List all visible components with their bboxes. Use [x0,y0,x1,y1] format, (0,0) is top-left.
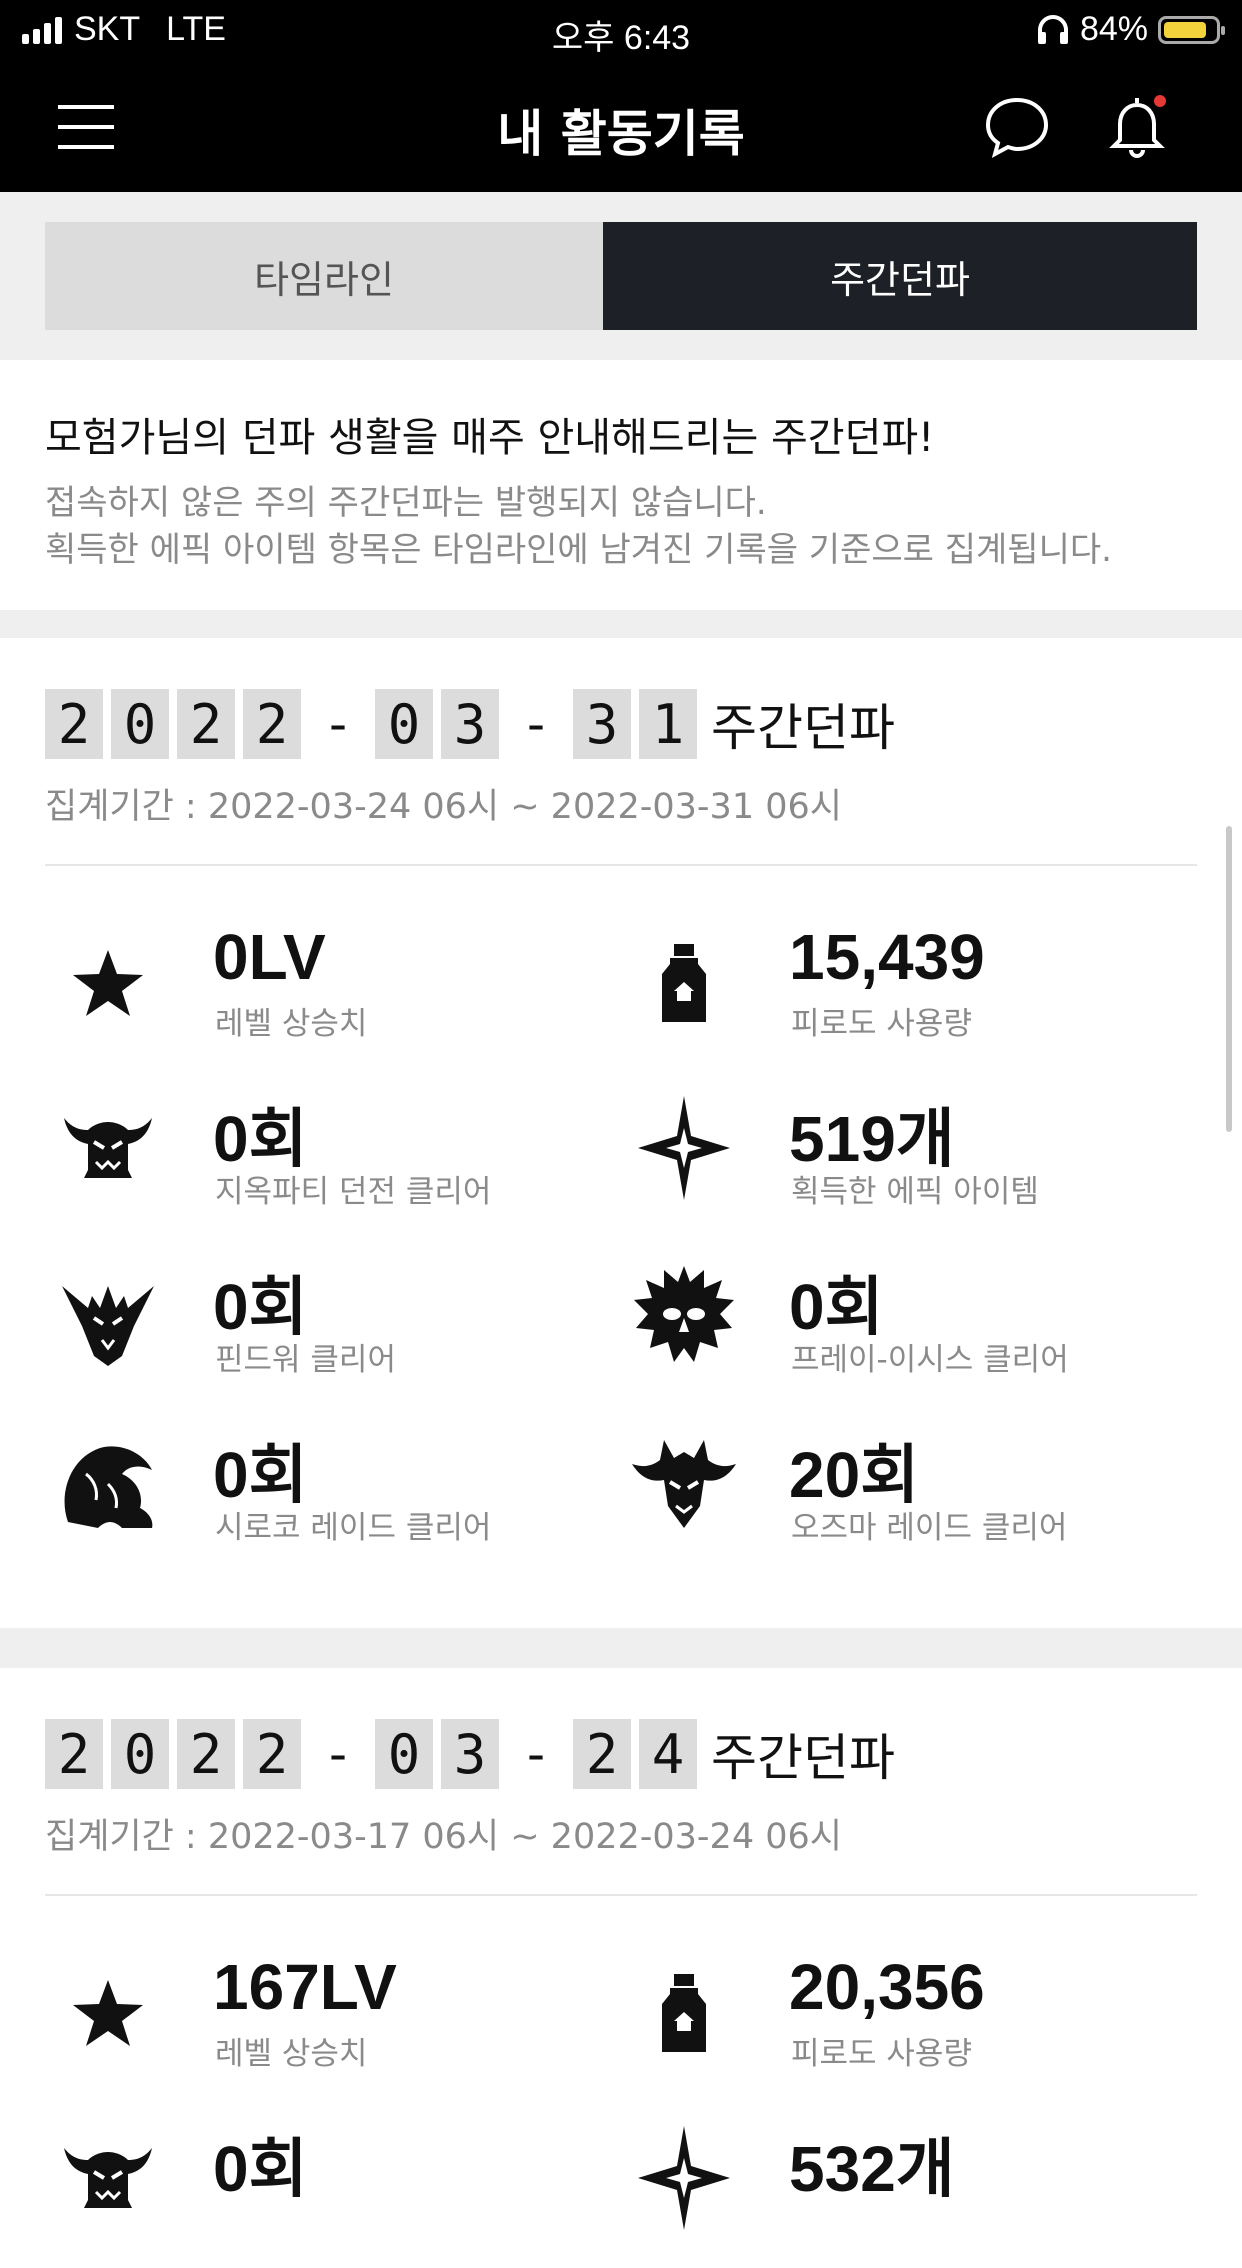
potion-bottle-icon [662,944,706,1022]
intro-section: 모험가님의 던파 생활을 매주 안내해드리는 주간던파! 접속하지 않은 주의 … [0,360,1242,610]
date-digit: 2 [45,689,103,759]
divider [45,864,1197,866]
week-title-suffix: 주간던파 [711,699,895,757]
date-digit: 2 [177,1719,235,1789]
week-card: 2 0 2 2-0 3-2 4 주간던파 집계기간 : 2022-03-17 06시 ~ 2… [0,1668,1242,2268]
stat-value: 532개 [789,2133,955,2205]
stat-value: 20,356 [789,1951,985,2023]
stat-label: 획득한 에픽 아이템 [791,1174,1039,1210]
week-title-suffix: 주간던파 [711,1729,895,1787]
tab-weekly-dnf[interactable]: 주간던파 [603,222,1197,330]
sparkle-star-icon [638,1096,730,1200]
stat-value: 167LV [213,1951,397,2023]
stat-label: 오즈마 레이드 클리어 [791,1510,1068,1546]
stat-label: 지옥파티 던전 클리어 [215,1174,492,1210]
intro-title: 모험가님의 던파 생활을 매주 안내해드리는 주간던파! [45,415,935,461]
date-digit: 3 [573,689,631,759]
tab-bar: 타임라인 주간던파 [0,192,1242,360]
chat-icon[interactable] [982,92,1052,162]
date-digit: 2 [45,1719,103,1789]
date-digit: 1 [639,689,697,759]
potion-bottle-icon [662,1974,706,2052]
notification-dot [1154,95,1166,107]
battery-percent: 84% [1079,10,1148,48]
tab-timeline[interactable]: 타임라인 [45,222,603,330]
dragon-skull-icon [62,1286,154,1366]
stat-value: 15,439 [789,921,985,993]
date-separator: - [526,1725,546,1783]
owl-beast-icon [634,1266,734,1362]
stat-label: 레벨 상승치 [215,1006,368,1042]
battery-icon [1158,15,1225,44]
stat-label: 시로코 레이드 클리어 [215,1510,492,1546]
week-date: 2 0 2 2-0 3-3 1 주간던파 [45,688,895,760]
date-digit: 2 [243,1719,301,1789]
stat-label: 피로도 사용량 [791,2036,972,2072]
app-header: 내 활동기록 [0,62,1242,192]
date-digit: 0 [111,689,169,759]
date-digit: 2 [573,1719,631,1789]
stat-label: 핀드워 클리어 [215,1342,396,1378]
date-digit: 0 [111,1719,169,1789]
stat-value: 0LV [213,921,326,993]
date-digit: 2 [243,689,301,759]
status-bar: SKT LTE 오후 6:43 84% [0,0,1242,62]
stat-label: 프레이-이시스 클리어 [791,1342,1069,1378]
date-digit: 0 [375,1719,433,1789]
stat-label: 레벨 상승치 [215,2036,368,2072]
intro-note-1: 접속하지 않은 주의 주간던파는 발행되지 않습니다. [45,483,767,523]
ozma-mask-icon [632,1440,736,1528]
date-separator: - [526,695,546,753]
demon-horns-icon [64,2148,152,2208]
star-icon [73,950,143,1016]
star-icon [73,1980,143,2046]
week-date: 2 0 2 2-0 3-2 4 주간던파 [45,1718,895,1790]
date-digit: 3 [441,689,499,759]
stat-label: 피로도 사용량 [791,1006,972,1042]
divider [45,1894,1197,1896]
page-title: 내 활동기록 [497,105,745,163]
status-right: 84% [1036,10,1225,49]
intro-note-2: 획득한 에픽 아이템 항목은 타임라인에 남겨진 기록을 기준으로 집계됩니다. [45,530,1112,570]
bell-icon[interactable] [1102,92,1172,162]
siroco-head-icon [64,1446,153,1528]
scrollbar[interactable] [1226,826,1232,1132]
aggregation-period: 집계기간 : 2022-03-24 06시 ~ 2022-03-31 06시 [45,787,842,827]
date-separator: - [328,1725,348,1783]
demon-horns-icon [64,1118,152,1178]
week-card: 2 0 2 2-0 3-3 1 주간던파 집계기간 : 2022-03-24 06시 ~ 2… [0,638,1242,1628]
headphones-icon [1037,14,1068,44]
date-digit: 0 [375,689,433,759]
aggregation-period: 집계기간 : 2022-03-17 06시 ~ 2022-03-24 06시 [45,1817,842,1857]
sparkle-star-icon [638,2126,730,2230]
date-digit: 3 [441,1719,499,1789]
date-separator: - [328,695,348,753]
date-digit: 2 [177,689,235,759]
stat-value: 0회 [213,2133,308,2205]
date-digit: 4 [639,1719,697,1789]
